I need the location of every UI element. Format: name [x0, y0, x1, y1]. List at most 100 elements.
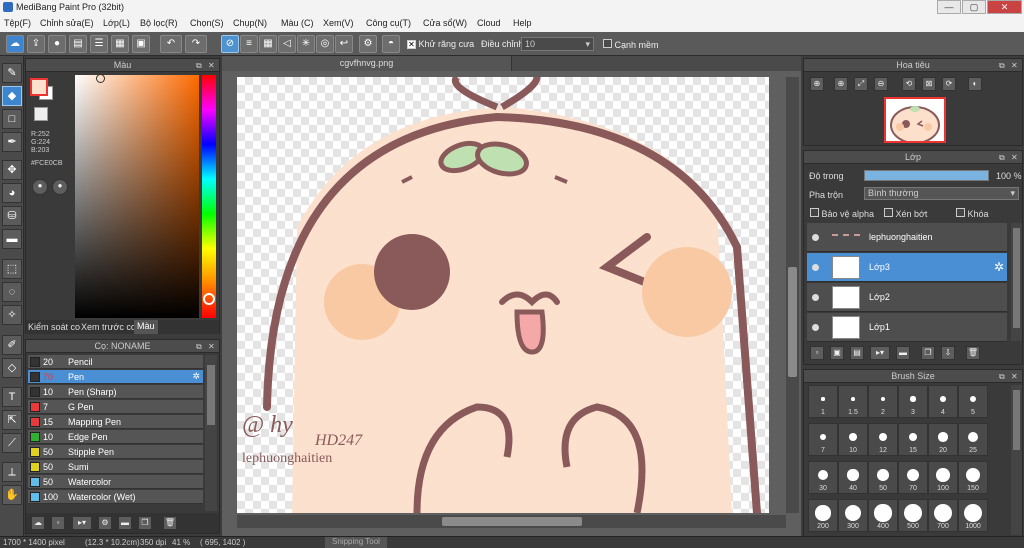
- smooth-edge-toggle[interactable]: Cạnh mềm: [603, 39, 659, 50]
- chat-icon[interactable]: ●: [48, 35, 66, 53]
- select-pen-tool-icon[interactable]: ✐: [2, 335, 22, 355]
- brush-size-option[interactable]: 300: [838, 499, 868, 532]
- properties-icon[interactable]: ▣: [132, 35, 150, 53]
- fill-tool-icon[interactable]: ◕: [2, 183, 22, 203]
- menu-layer[interactable]: Lớp(L): [103, 18, 130, 28]
- hand-tool-icon[interactable]: ✋: [2, 485, 22, 505]
- hue-slider-handle[interactable]: [203, 293, 215, 305]
- folder-icon[interactable]: ▬: [118, 516, 132, 530]
- rectangle-tool-icon[interactable]: □: [2, 109, 22, 129]
- protect-alpha-toggle[interactable]: Bảo vệ alpha: [810, 208, 874, 219]
- upload-icon[interactable]: ⇪: [27, 35, 45, 53]
- lock-toggle[interactable]: Khóa: [956, 208, 989, 219]
- bucket-tool-icon[interactable]: ⛁: [2, 206, 22, 226]
- brush-size-option[interactable]: 500: [898, 499, 928, 532]
- tab-color-preview[interactable]: Xem trước co: [81, 322, 136, 332]
- flip-icon[interactable]: ◐: [968, 77, 982, 91]
- move-tool-icon[interactable]: ✥: [2, 160, 22, 180]
- brush-item[interactable]: 7 G Pen: [28, 400, 203, 414]
- canvas-vertical-scrollbar[interactable]: [786, 77, 799, 513]
- brush-size-option[interactable]: 30: [808, 461, 838, 494]
- snap-radial-icon[interactable]: ✳: [297, 35, 315, 53]
- saturation-value-picker[interactable]: [75, 75, 199, 318]
- brush-item[interactable]: 50 Stipple Pen: [28, 445, 203, 459]
- visibility-icon[interactable]: [812, 294, 819, 301]
- drawing-canvas[interactable]: @ hy HD247 lephuonghaitien: [237, 77, 769, 513]
- trash-icon[interactable]: 🗑: [163, 516, 177, 530]
- zoom-in-icon[interactable]: ⊕: [810, 77, 824, 91]
- duplicate-icon[interactable]: ❐: [138, 516, 152, 530]
- brush-size-option[interactable]: 1.5: [838, 385, 868, 418]
- menu-select[interactable]: Chọn(S): [190, 18, 224, 28]
- snap-circle-icon[interactable]: ◎: [316, 35, 334, 53]
- layer-row[interactable]: Lớp1: [807, 313, 1007, 342]
- brush-item[interactable]: 10 Pen (Sharp): [28, 385, 203, 399]
- brush-size-option[interactable]: 3: [898, 385, 928, 418]
- fit-view-icon[interactable]: ⊠: [922, 77, 936, 91]
- snap-perspective-icon[interactable]: ◁: [278, 35, 296, 53]
- brush-item[interactable]: 20 Pencil: [28, 355, 203, 369]
- blend-mode-dropdown[interactable]: Bình thường ▾: [864, 187, 1019, 200]
- layer-row[interactable]: Lớp2: [807, 283, 1007, 312]
- new-layer-icon[interactable]: ▫: [810, 346, 824, 360]
- rotate-icon[interactable]: ⟲: [902, 77, 916, 91]
- visibility-icon[interactable]: [812, 324, 819, 331]
- brush-size-option[interactable]: 100: [928, 461, 958, 494]
- brush-settings-icon[interactable]: ⚙: [98, 516, 112, 530]
- layer-row[interactable]: lephuonghaitien: [807, 223, 1007, 252]
- menu-file[interactable]: Tệp(F): [4, 18, 31, 28]
- pen-tool-icon[interactable]: ✒: [2, 132, 22, 152]
- taskbar-snipping-tool[interactable]: Snipping Tool: [325, 537, 387, 548]
- text-tool-icon[interactable]: T: [2, 387, 22, 407]
- close-icon[interactable]: ✕: [1011, 59, 1018, 72]
- scrollbar-thumb[interactable]: [1013, 228, 1020, 328]
- visibility-icon[interactable]: [812, 234, 819, 241]
- foreground-color-swatch[interactable]: [30, 78, 48, 96]
- close-button[interactable]: ✕: [987, 0, 1022, 14]
- lock-checkbox[interactable]: [956, 208, 965, 217]
- brush-size-option[interactable]: 50: [868, 461, 898, 494]
- brush-size-option[interactable]: 7: [808, 423, 838, 456]
- brush-list-scrollbar[interactable]: [205, 355, 217, 511]
- eyedropper-tool-icon[interactable]: ⟂: [2, 462, 22, 482]
- zoom-out-icon[interactable]: ⊖: [874, 77, 888, 91]
- menu-window[interactable]: Cửa sổ(W): [423, 18, 467, 28]
- menu-color[interactable]: Màu (C): [281, 18, 314, 28]
- opacity-slider[interactable]: [864, 170, 989, 181]
- brush-size-option[interactable]: 70: [898, 461, 928, 494]
- brush-item[interactable]: 50 Sumi: [28, 460, 203, 474]
- gear-icon[interactable]: ✲: [994, 260, 1004, 274]
- zoom-in-icon[interactable]: ⊕: [834, 77, 848, 91]
- undock-icon[interactable]: ⧉: [999, 59, 1005, 72]
- redo-icon[interactable]: ↷: [185, 35, 207, 53]
- snap-curve-icon[interactable]: ↩: [335, 35, 353, 53]
- duplicate-layer-icon[interactable]: ❐: [921, 346, 935, 360]
- magic-wand-tool-icon[interactable]: ✧: [2, 305, 22, 325]
- brush-size-option[interactable]: 1: [808, 385, 838, 418]
- document-icon[interactable]: ▤: [69, 35, 87, 53]
- maximize-button[interactable]: ▢: [962, 0, 986, 14]
- snap-off-icon[interactable]: ⊘: [221, 35, 239, 53]
- adjust-dropdown[interactable]: 10 ▾: [521, 37, 594, 51]
- close-icon[interactable]: ✕: [208, 59, 215, 72]
- antialias-toggle[interactable]: ✕ Khử răng cưa: [407, 39, 474, 49]
- tab-color-control[interactable]: Kiểm soát co: [28, 322, 80, 332]
- snap-settings-icon[interactable]: ⚙: [359, 35, 377, 53]
- divide-tool-icon[interactable]: ⟋: [2, 433, 22, 453]
- new-halftone-layer-icon[interactable]: ▣: [830, 346, 844, 360]
- undock-icon[interactable]: ⧉: [196, 340, 202, 353]
- clipping-checkbox[interactable]: [884, 208, 893, 217]
- grid-settings-icon[interactable]: ▦: [111, 35, 129, 53]
- transparent-color-swatch[interactable]: [34, 107, 48, 121]
- close-icon[interactable]: ✕: [1011, 370, 1018, 383]
- layer-list-scrollbar[interactable]: [1011, 223, 1022, 341]
- document-tab[interactable]: cgvfhnvg.png: [222, 56, 512, 71]
- antialias-checkbox[interactable]: ✕: [407, 40, 416, 49]
- clipping-toggle[interactable]: Xén bớt: [884, 208, 927, 219]
- brush-size-option[interactable]: 25: [958, 423, 988, 456]
- menu-snap[interactable]: Chụp(N): [233, 18, 267, 28]
- add-layer-dropdown-icon[interactable]: ▸▾: [870, 346, 890, 360]
- operation-tool-icon[interactable]: ⇱: [2, 410, 22, 430]
- merge-layer-icon[interactable]: ⇩: [941, 346, 955, 360]
- new-8bit-layer-icon[interactable]: ▤: [850, 346, 864, 360]
